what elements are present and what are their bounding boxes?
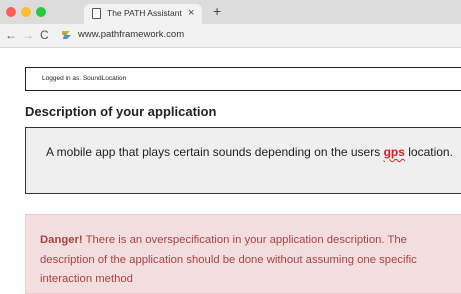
back-button[interactable]: ← [5,28,17,42]
page-icon [92,8,101,19]
browser-tab-bar: The PATH Assistant × + [0,0,461,24]
page-title: Description of your application [25,104,217,119]
close-window-button[interactable] [6,7,16,17]
forward-button[interactable]: → [22,28,34,42]
new-tab-button[interactable]: + [213,2,221,20]
minimize-window-button[interactable] [21,7,31,17]
application-description-box[interactable]: A mobile app that plays certain sounds d… [25,127,461,194]
tab-title: The PATH Assistant [107,8,182,18]
browser-toolbar: ← → C www.pathframework.com [0,24,461,48]
alert-message: There is an overspecification in your ap… [40,234,417,285]
alert-text: Danger! There is an overspecification in… [40,231,460,290]
application-description-text: A mobile app that plays certain sounds d… [46,143,461,162]
description-text-after: location. [404,145,453,159]
maximize-window-button[interactable] [36,7,46,17]
reload-button[interactable]: C [40,28,49,42]
login-status-text: Logged in as: SoundLocation [42,75,127,82]
login-status-box: Logged in as: SoundLocation [25,67,461,91]
tab-close-button[interactable]: × [188,6,194,20]
danger-alert: Danger! There is an overspecification in… [25,214,461,294]
address-bar[interactable]: www.pathframework.com [78,29,184,40]
browser-tab[interactable]: The PATH Assistant × [84,4,202,24]
flagged-word[interactable]: gps [384,145,405,159]
site-favicon-icon [62,31,71,39]
alert-label: Danger! [40,234,83,246]
description-text-before: A mobile app that plays certain sounds d… [46,145,384,159]
